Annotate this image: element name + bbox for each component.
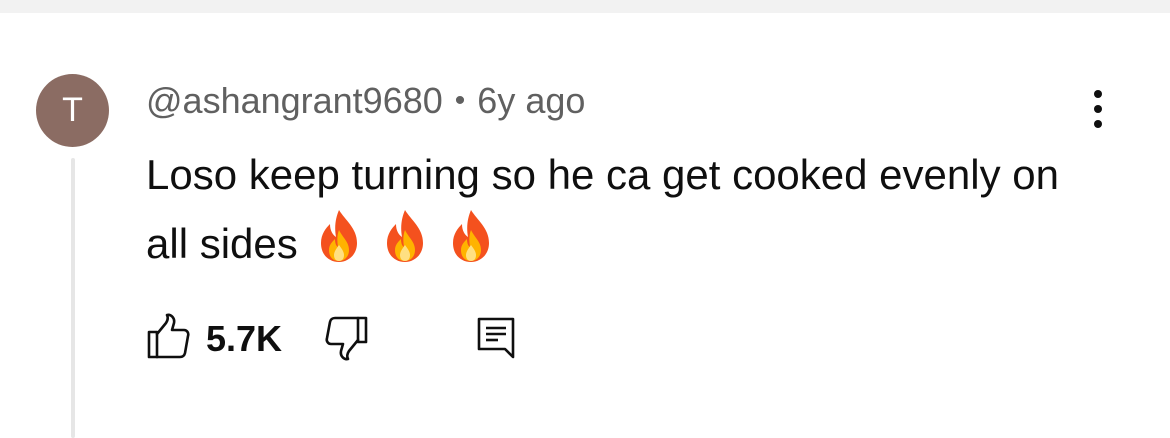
dislike-button[interactable] bbox=[322, 314, 370, 362]
avatar-letter: T bbox=[62, 91, 83, 129]
like-button[interactable] bbox=[146, 312, 190, 360]
more-vertical-icon bbox=[1094, 90, 1102, 128]
reply-comment-icon bbox=[477, 317, 515, 359]
comment-text: Loso keep turning so he ca get cooked ev… bbox=[146, 151, 1059, 267]
comment-meta: @ashangrant9680 • 6y ago bbox=[146, 78, 585, 124]
reply-button[interactable] bbox=[476, 316, 516, 360]
meta-separator: • bbox=[454, 84, 466, 117]
comment-timestamp[interactable]: 6y ago bbox=[477, 80, 585, 122]
thumbs-up-icon bbox=[147, 313, 190, 359]
thumbs-down-icon bbox=[325, 316, 368, 361]
like-count: 5.7K bbox=[206, 318, 283, 359]
top-divider-strip bbox=[0, 0, 1170, 13]
fire-emoji-icon bbox=[314, 208, 364, 264]
comment-body: Loso keep turning so he ca get cooked ev… bbox=[146, 142, 1066, 277]
fire-emoji-icon bbox=[446, 208, 496, 264]
thread-line bbox=[71, 158, 75, 438]
more-options-button[interactable] bbox=[1084, 88, 1112, 130]
fire-emoji-icon bbox=[380, 208, 430, 264]
author-handle[interactable]: @ashangrant9680 bbox=[146, 80, 443, 122]
avatar[interactable]: T bbox=[36, 74, 109, 147]
